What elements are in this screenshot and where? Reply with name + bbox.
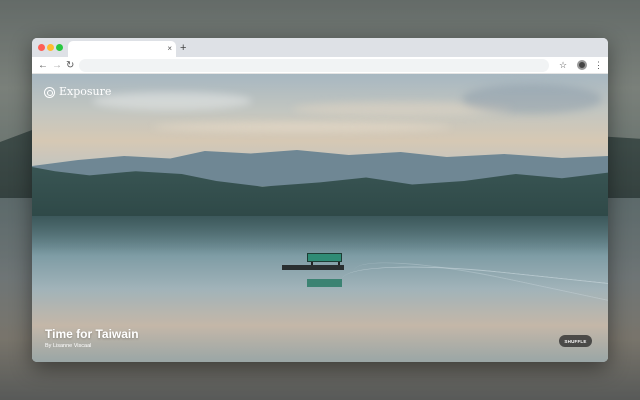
close-window-button[interactable] (38, 44, 45, 51)
tab-strip: × + (32, 38, 608, 57)
exposure-logo[interactable]: Exposure (44, 84, 111, 100)
maximize-window-button[interactable] (56, 44, 63, 51)
photo-title[interactable]: Time for Taiwain (45, 327, 139, 341)
minimize-window-button[interactable] (47, 44, 54, 51)
new-tab-page: Exposure Time for Taiwain By Lisanne Vis… (32, 74, 608, 362)
address-bar[interactable] (79, 59, 549, 72)
photo-credit[interactable]: By Lisanne Viscaal (45, 343, 91, 350)
back-arrow-icon[interactable]: ← (38, 59, 48, 72)
brand-name: Exposure (59, 85, 112, 98)
cloud (462, 84, 602, 114)
tab-close-icon[interactable]: × (167, 43, 172, 55)
forward-arrow-icon[interactable]: → (52, 59, 62, 72)
boat-reflection (307, 279, 342, 287)
menu-dots-icon[interactable]: ⋮ (594, 59, 603, 72)
cloud (152, 122, 452, 132)
boat-hull (282, 265, 344, 270)
reload-icon[interactable]: ↻ (66, 59, 74, 72)
mountain-reflection (32, 216, 608, 256)
browser-window: × + ← → ↻ ☆ ⋮ Exposure Time for Taiwain … (32, 38, 608, 362)
extension-icon[interactable] (577, 60, 587, 70)
new-tab-button[interactable]: + (180, 41, 186, 55)
cloud (92, 92, 252, 110)
exposure-logo-icon (44, 86, 55, 98)
bookmark-star-icon[interactable]: ☆ (559, 59, 567, 72)
browser-toolbar: ← → ↻ ☆ ⋮ (32, 57, 608, 74)
shuffle-button[interactable]: SHUFFLE (559, 335, 592, 347)
tab-active[interactable]: × (68, 41, 176, 57)
boat-roof (307, 253, 342, 262)
